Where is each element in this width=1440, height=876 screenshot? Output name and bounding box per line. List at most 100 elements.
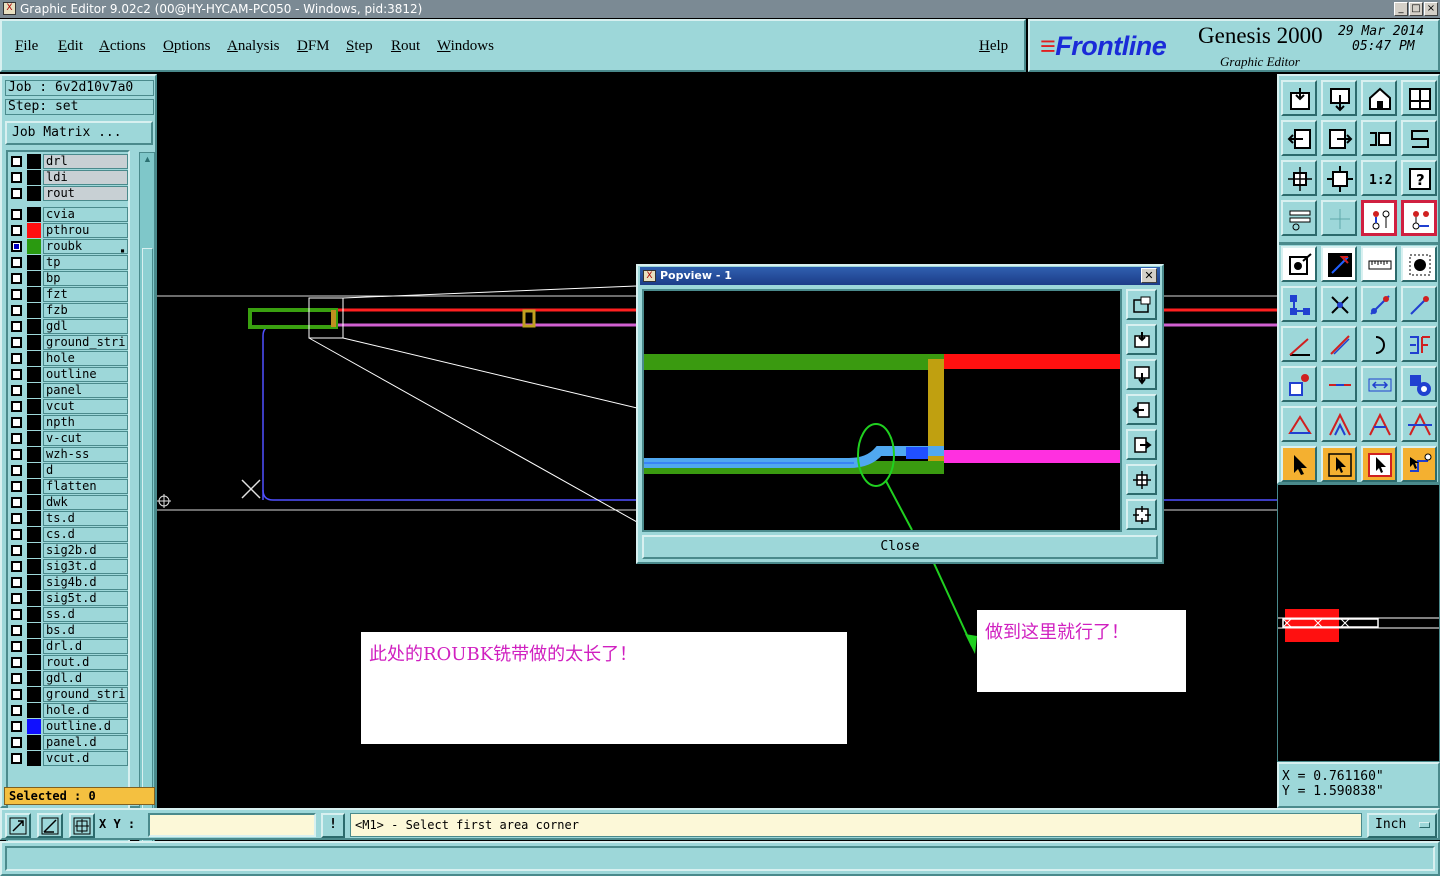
layer-checkbox[interactable]: [11, 273, 22, 284]
triangle-tool-a[interactable]: [1281, 406, 1317, 442]
menu-step[interactable]: Step: [346, 38, 373, 55]
pan-right-tool[interactable]: [1321, 120, 1357, 156]
pv-pan-down-button[interactable]: [1126, 359, 1157, 390]
measure-tool[interactable]: [1321, 246, 1357, 282]
layer-checkbox[interactable]: [11, 225, 22, 236]
layer-checkbox[interactable]: [11, 705, 22, 716]
layer-name[interactable]: ground_stri: [43, 335, 128, 350]
layer-checkbox[interactable]: [11, 337, 22, 348]
layer-name[interactable]: cs.d: [43, 527, 128, 542]
grid-tool[interactable]: [1321, 200, 1357, 236]
layer-checkbox[interactable]: [11, 449, 22, 460]
layer-color-swatch[interactable]: [27, 239, 41, 254]
layer-color-swatch[interactable]: [27, 431, 41, 446]
layer-row[interactable]: sig3t.d: [8, 559, 128, 574]
layer-name[interactable]: rout: [43, 186, 128, 201]
layer-row[interactable]: tp: [8, 255, 128, 270]
arc-tool[interactable]: [1361, 326, 1397, 362]
layer-checkbox[interactable]: [11, 753, 22, 764]
layer-color-swatch[interactable]: [27, 751, 41, 766]
layer-row[interactable]: d: [8, 463, 128, 478]
layer-color-swatch[interactable]: [27, 623, 41, 638]
layer-row[interactable]: drl.d: [8, 639, 128, 654]
layer-color-swatch[interactable]: [27, 447, 41, 462]
layer-checkbox[interactable]: [11, 689, 22, 700]
layer-row[interactable]: dwk: [8, 495, 128, 510]
layer-color-swatch[interactable]: [27, 303, 41, 318]
xy-input[interactable]: [148, 813, 316, 837]
popview-canvas[interactable]: [642, 289, 1122, 532]
layer-checkbox[interactable]: [11, 481, 22, 492]
layer-checkbox[interactable]: [11, 673, 22, 684]
pv-pan-right-button[interactable]: [1126, 429, 1157, 460]
layer-color-swatch[interactable]: [27, 351, 41, 366]
layer-row[interactable]: sig2b.d: [8, 543, 128, 558]
layer-checkbox[interactable]: [11, 737, 22, 748]
layer-checkbox[interactable]: [11, 385, 22, 396]
layer-color-swatch[interactable]: [27, 559, 41, 574]
layer-checkbox[interactable]: [11, 156, 22, 167]
layer-name[interactable]: dwk: [43, 495, 128, 510]
layer-color-swatch[interactable]: [27, 655, 41, 670]
maximize-button[interactable]: □: [1409, 2, 1423, 16]
layer-name[interactable]: hole.d: [43, 703, 128, 718]
layer-row[interactable]: ts.d: [8, 511, 128, 526]
layer-color-swatch[interactable]: [27, 671, 41, 686]
layer-color-swatch[interactable]: [27, 223, 41, 238]
home-tool[interactable]: [1361, 80, 1397, 116]
layer-color-swatch[interactable]: [27, 479, 41, 494]
snap-mode-button[interactable]: [5, 813, 31, 838]
layer-color-swatch[interactable]: [27, 607, 41, 622]
layer-checkbox[interactable]: [11, 625, 22, 636]
layer-row[interactable]: npth: [8, 415, 128, 430]
minimize-button[interactable]: _: [1394, 2, 1408, 16]
layer-color-swatch[interactable]: [27, 511, 41, 526]
layer-name[interactable]: drl: [43, 154, 128, 169]
layer-checkbox[interactable]: [11, 188, 22, 199]
layer-name[interactable]: panel.d: [43, 735, 128, 750]
layer-checkbox[interactable]: [11, 721, 22, 732]
menu-help[interactable]: Help: [979, 38, 1008, 55]
job-matrix-button[interactable]: Job Matrix ...: [5, 121, 153, 145]
menu-windows[interactable]: Windows: [437, 38, 494, 55]
layer-row[interactable]: ss.d: [8, 607, 128, 622]
cross-tool[interactable]: [1321, 286, 1357, 322]
layer-row[interactable]: pthrou: [8, 223, 128, 238]
layer-row[interactable]: cs.d: [8, 527, 128, 542]
popview-titlebar[interactable]: X Popview - 1 ✕: [640, 267, 1160, 285]
layer-checkbox[interactable]: [11, 289, 22, 300]
menu-actions[interactable]: Actions: [99, 38, 146, 55]
net-tool-b[interactable]: [1401, 200, 1437, 236]
layer-color-swatch[interactable]: [27, 719, 41, 734]
hline-tool[interactable]: [1321, 366, 1357, 402]
layer-checkbox[interactable]: [11, 593, 22, 604]
layer-name[interactable]: hole: [43, 351, 128, 366]
layer-name[interactable]: panel: [43, 383, 128, 398]
layer-checkbox[interactable]: [11, 513, 22, 524]
layer-color-swatch[interactable]: [27, 383, 41, 398]
net-tool-a[interactable]: [1361, 200, 1397, 236]
layer-name[interactable]: bp: [43, 271, 128, 286]
select-net-tool[interactable]: [1401, 446, 1437, 482]
layer-color-swatch[interactable]: [27, 335, 41, 350]
angle-tool[interactable]: [1281, 326, 1317, 362]
pv-zoom-fit-button[interactable]: [1126, 289, 1157, 320]
menu-dfm[interactable]: DFM: [297, 38, 330, 55]
ruler-tool[interactable]: [1361, 246, 1397, 282]
query-tool[interactable]: ?: [1401, 160, 1437, 196]
layer-name[interactable]: d: [43, 463, 128, 478]
layer-checkbox[interactable]: [11, 433, 22, 444]
layer-row[interactable]: gdl.d: [8, 671, 128, 686]
layer-row[interactable]: ground_stri: [8, 335, 128, 350]
layer-row[interactable]: panel: [8, 383, 128, 398]
zoom-in-tool[interactable]: [1321, 160, 1357, 196]
layer-checkbox[interactable]: [11, 545, 22, 556]
layer-row[interactable]: bp: [8, 271, 128, 286]
layer-name[interactable]: ground_stri: [43, 687, 128, 702]
layer-color-swatch[interactable]: [27, 527, 41, 542]
layer-row[interactable]: sig5t.d: [8, 591, 128, 606]
layer-color-swatch[interactable]: [27, 591, 41, 606]
layer-row[interactable]: rout: [8, 186, 128, 201]
layer-row[interactable]: vcut: [8, 399, 128, 414]
settings-tool[interactable]: [1281, 200, 1317, 236]
